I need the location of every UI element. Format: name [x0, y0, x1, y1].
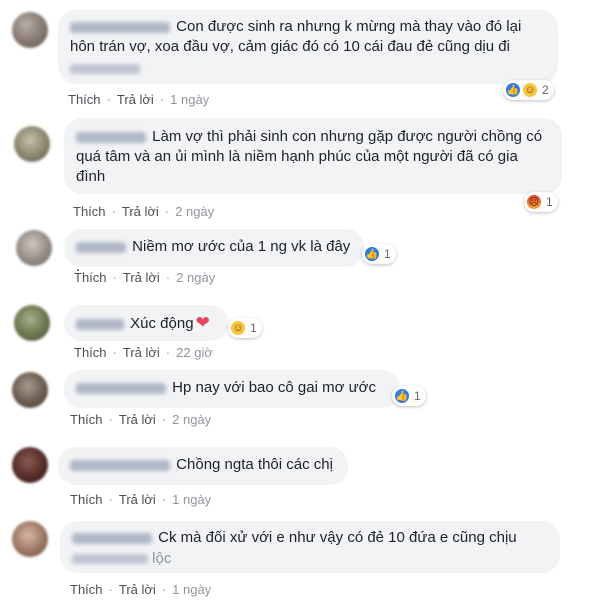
comment-text-fragment: lộc: [152, 550, 172, 567]
avatar[interactable]: [12, 447, 48, 483]
like-link[interactable]: Thích: [74, 345, 107, 360]
like-link[interactable]: Thích: [74, 270, 107, 285]
comment-actions: Thích · Trả lời · 1 ngày: [70, 582, 212, 597]
comment-time[interactable]: 2 ngày: [175, 204, 214, 219]
like-link[interactable]: Thích: [70, 412, 103, 427]
reaction-count: 1: [384, 247, 391, 261]
commenter-name[interactable]: [76, 382, 166, 394]
comment-time[interactable]: 1 ngày: [172, 492, 211, 507]
avatar[interactable]: [12, 521, 48, 557]
reaction-count: 1: [414, 389, 421, 403]
reaction-summary[interactable]: ☺ 1: [228, 318, 262, 338]
commenter-name[interactable]: [76, 318, 124, 330]
comment-text: Hp nay với bao cô gai mơ ước: [172, 379, 376, 396]
comment-time[interactable]: 1 ngày: [172, 582, 211, 597]
comment-bubble: Xúc động ❤: [64, 305, 228, 341]
reply-link[interactable]: Trả lời: [123, 345, 160, 360]
comment-actions: Thích · Trả lời · 1 ngày: [68, 92, 210, 107]
reaction-summary[interactable]: 👍 ☺ 2: [503, 80, 554, 100]
heart-icon: ❤: [195, 313, 210, 332]
angry-reaction-icon: ☹: [526, 194, 542, 210]
commenter-name[interactable]: [76, 241, 126, 253]
haha-reaction-icon: ☺: [230, 320, 246, 336]
like-link[interactable]: Thích: [68, 92, 101, 107]
comment-time[interactable]: 2 ngày: [176, 270, 215, 285]
comment-actions: Thích · Trả lời · 1 ngày: [70, 492, 212, 507]
like-reaction-icon: 👍: [505, 82, 521, 98]
comment-text: Chồng ngta thôi các chị: [176, 456, 333, 473]
avatar[interactable]: [12, 12, 48, 48]
comment-actions: Thích · Trả lời · 22 giờ: [74, 345, 213, 360]
avatar[interactable]: [12, 372, 48, 408]
like-link[interactable]: Thích: [70, 492, 103, 507]
commenter-name[interactable]: [70, 459, 170, 471]
comment-bubble: Chồng ngta thôi các chị: [58, 447, 348, 485]
comment-bubble: Ck mà đối xử với e như vậy có đẻ 10 đứa …: [60, 521, 560, 573]
reaction-summary[interactable]: 👍 1: [392, 386, 426, 406]
reply-link[interactable]: Trả lời: [119, 412, 156, 427]
reaction-count: 2: [542, 83, 549, 97]
commenter-name[interactable]: [72, 532, 152, 544]
comment-time[interactable]: 22 giờ: [176, 345, 213, 360]
avatar[interactable]: [14, 305, 50, 341]
reaction-count: 1: [546, 195, 553, 209]
like-link[interactable]: Thích: [73, 204, 106, 219]
comment-time[interactable]: 2 ngày: [172, 412, 211, 427]
comment-bubble: Con được sinh ra nhưng k mừng mà thay và…: [58, 10, 558, 84]
reply-link[interactable]: Trả lời: [123, 270, 160, 285]
reaction-summary[interactable]: 👍 1: [362, 244, 396, 264]
comment-time[interactable]: 1 ngày: [170, 92, 209, 107]
comment-text: Ck mà đối xử với e như vậy có đẻ 10 đứa …: [158, 529, 517, 546]
avatar[interactable]: [16, 230, 52, 266]
like-link[interactable]: Thích: [70, 582, 103, 597]
comment-actions: Thích · Trả lời · 2 ngày: [73, 204, 215, 219]
avatar[interactable]: [14, 126, 50, 162]
like-reaction-icon: 👍: [364, 246, 380, 262]
reaction-summary[interactable]: ☹ 1: [524, 192, 558, 212]
reaction-count: 1: [250, 321, 257, 335]
reply-link[interactable]: Trả lời: [117, 92, 154, 107]
comment-bubble: Làm vợ thì phải sinh con nhưng gặp được …: [64, 118, 562, 194]
comment-bubble: Hp nay với bao cô gai mơ ước: [64, 370, 400, 408]
reply-link[interactable]: Trả lời: [119, 492, 156, 507]
commenter-name[interactable]: [70, 21, 170, 33]
reply-link[interactable]: Trả lời: [119, 582, 156, 597]
commenter-name[interactable]: [76, 131, 146, 143]
comment-bubble: Niềm mơ ước của 1 ng vk là đây .: [64, 229, 364, 275]
comment-actions: Thích · Trả lời · 2 ngày: [70, 412, 212, 427]
comment-text: Xúc động: [130, 315, 194, 332]
like-reaction-icon: 👍: [394, 388, 410, 404]
haha-reaction-icon: ☺: [522, 82, 538, 98]
comment-actions: Thích · Trả lời · 2 ngày: [74, 270, 216, 285]
reply-link[interactable]: Trả lời: [122, 204, 159, 219]
